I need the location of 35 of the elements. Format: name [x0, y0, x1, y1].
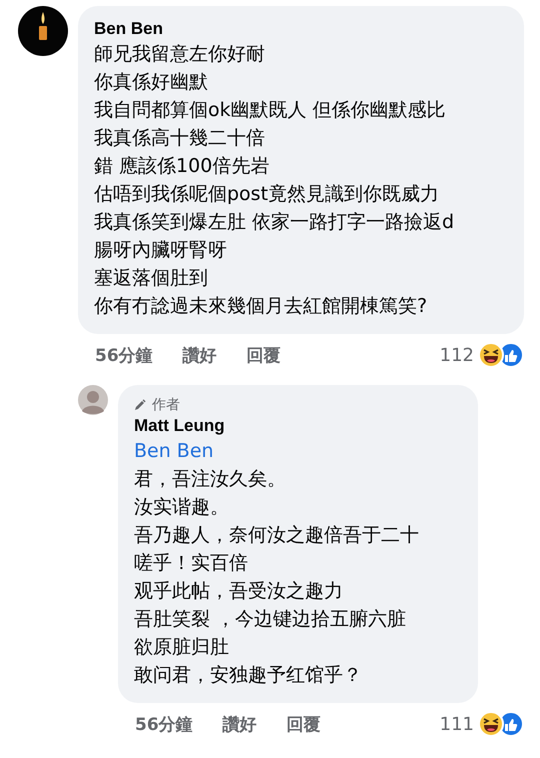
- comment-text: 我自問都算個ok幽默既人 但係你幽默感比: [94, 98, 447, 123]
- comment-text: 估唔到我係呢個post竟然見識到你既威力: [94, 182, 440, 207]
- comment-text: 嗟乎！实百倍: [134, 551, 249, 576]
- reaction-count: 111: [440, 714, 474, 734]
- author-name[interactable]: Ben Ben: [94, 18, 508, 40]
- avatar: [78, 385, 108, 415]
- comment-text: 汝实谐趣。: [134, 495, 230, 520]
- reply-link[interactable]: 回覆: [246, 344, 281, 366]
- author-name[interactable]: Matt Leung: [134, 415, 462, 437]
- comment-text: 欲原脏归肚: [134, 635, 230, 660]
- comment-text: 你有冇諗過未來幾個月去紅館開棟篤笑?: [94, 294, 428, 319]
- comment-text: 君，吾注汝久矣。: [134, 467, 287, 492]
- reaction-icons: [478, 342, 524, 368]
- pencil-icon: [134, 399, 146, 411]
- comment-text: 吾肚笑裂 ，今边键边拾五腑六脏: [134, 607, 408, 632]
- timestamp: 56分鐘: [95, 344, 153, 366]
- mention-link[interactable]: Ben Ben: [134, 437, 462, 465]
- author-label: 作者: [152, 396, 180, 414]
- comment-text: 我真係笑到爆左肚 依家一路打字一路撿返d: [94, 210, 456, 235]
- reply-link[interactable]: 回覆: [286, 712, 321, 736]
- like-link[interactable]: 讚好: [182, 344, 217, 366]
- comment-text: 我真係高十幾二十倍: [94, 126, 266, 151]
- comment-text: 吾乃趣人，奈何汝之趣倍吾于二十: [134, 523, 420, 548]
- candle-avatar: [18, 6, 68, 56]
- comment-text: 師兄我留意左你好耐: [94, 42, 266, 67]
- reaction-icons: [478, 711, 524, 737]
- timestamp: 56分鐘: [135, 714, 193, 736]
- reaction-count: 112: [440, 344, 474, 366]
- comment-text: 塞返落個肚到: [94, 266, 209, 291]
- comment-text: 观乎此帖，吾受汝之趣力: [134, 579, 344, 604]
- comment-text: 錯 應該係100倍先岩: [94, 154, 270, 179]
- comment-text: 你真係好幽默: [94, 70, 209, 95]
- comment-text: 腸呀內臟呀腎呀: [94, 238, 228, 263]
- comment-text: 敢问君，安独趣予红馆乎？: [134, 663, 363, 688]
- like-link[interactable]: 讚好: [222, 712, 257, 736]
